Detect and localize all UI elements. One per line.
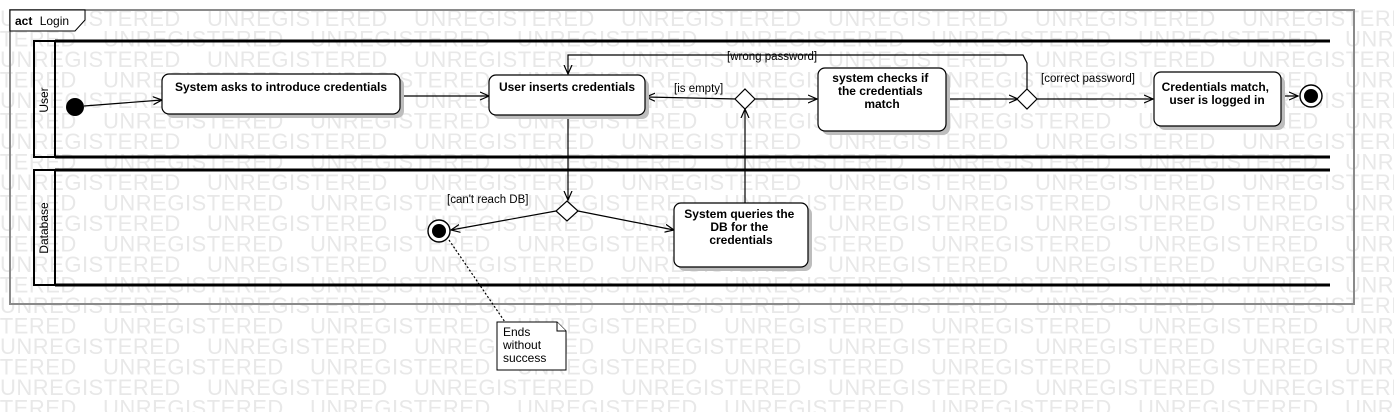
action-ask-line-1: System asks to introduce credentials	[175, 80, 387, 94]
svg-text:Credentials match, user: Credentials match, user is logged in	[1162, 80, 1273, 107]
action-query-line-2: DB for the	[710, 220, 768, 234]
final-node-failure	[427, 219, 451, 243]
activity-diagram: UNREGISTERED UNREGISTERED UNREGISTERED UNRE…	[0, 6, 1394, 412]
watermark-text: UNREGISTERED	[0, 396, 77, 412]
initial-node	[66, 98, 84, 116]
final-node-success	[1299, 84, 1323, 108]
watermark-text: UNREGISTERED	[517, 396, 698, 412]
note-line-3: success	[503, 351, 546, 365]
watermark-text: UNREGISTERED	[103, 396, 284, 412]
action-check-line-2: the credentials	[838, 84, 923, 98]
watermark-text: UNREGISTERED	[310, 396, 491, 412]
note-line-2: without	[502, 338, 542, 352]
note-ends-without-success: Ends without success	[496, 321, 567, 371]
watermark-text: UNREGISTERED	[931, 396, 1112, 412]
action-check-line-3: match	[864, 97, 899, 111]
lane-database-label: Database	[37, 202, 51, 254]
action-match-line-1: Credentials match,	[1162, 80, 1269, 94]
action-check-credentials: system checks if the credentials match	[817, 67, 950, 135]
lane-user-label: User	[37, 87, 51, 112]
watermark-text: UNREGISTERED	[724, 396, 905, 412]
frame-keyword: act	[15, 14, 32, 28]
note-line-1: Ends	[503, 325, 530, 339]
action-query-line-3: credentials	[709, 233, 773, 247]
action-credentials-match: Credentials match, user is logged in	[1153, 71, 1285, 130]
guard-cant-reach-db: [can't reach DB]	[447, 194, 528, 206]
action-match-line-2: user is logged in	[1169, 93, 1264, 107]
frame-name: Login	[40, 14, 69, 28]
guard-correct-password: [correct password]	[1041, 73, 1135, 85]
guard-wrong-password: [wrong password]	[727, 51, 817, 63]
action-insert-line-1: User inserts credentials	[499, 80, 635, 94]
svg-text:User inserts credentials: User inserts credentials	[499, 80, 635, 94]
action-query-db: System queries the DB for the credential…	[673, 202, 812, 271]
guard-is-empty: [is empty]	[674, 83, 723, 95]
watermark-text: UNREGISTERED	[1345, 396, 1394, 412]
svg-text:System asks to introduce crede: System asks to introduce credentials	[175, 80, 387, 94]
watermark-text: UNREGISTERED	[1138, 396, 1319, 412]
action-insert-credentials: User inserts credentials	[488, 74, 649, 119]
action-query-line-1: System queries the	[684, 207, 794, 221]
svg-text:act Login: act Login	[15, 14, 69, 28]
action-ask-credentials: System asks to introduce credentials	[161, 73, 404, 118]
frame-tab: act Login	[9, 9, 86, 32]
action-check-line-1: system checks if	[832, 71, 929, 85]
